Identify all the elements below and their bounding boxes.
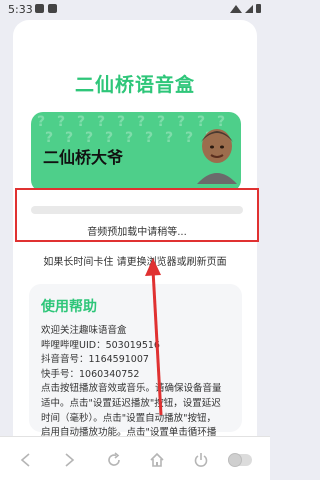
home-icon[interactable] (148, 451, 166, 469)
status-bar: 5:33 (0, 0, 270, 18)
help-line: 点击按钮播放音效或音乐。请确保设备音量 (41, 383, 222, 395)
refresh-hint: 如果长时间卡住 请更换浏览器或刷新页面 (43, 257, 227, 268)
back-icon[interactable] (17, 451, 35, 469)
loading-progress-bar (31, 206, 243, 214)
signal-battery-icon (230, 4, 261, 13)
banner-image: ?? ?? ?? ?? ?? ?? ?? ?? ?? ? 二仙桥大爷 (31, 112, 241, 192)
status-time: 5:33 (8, 3, 33, 16)
refresh-icon[interactable] (105, 451, 123, 469)
loading-message: 音频预加载中请稍等... (87, 227, 187, 238)
help-line: 时间（毫秒）。点击"设置自动播放"按钮， (41, 412, 216, 424)
loading-dialog: 音频预加载中请稍等... (15, 188, 259, 242)
notification-icon (35, 4, 44, 13)
help-line: 抖音音号：1164591007 (41, 354, 149, 366)
person-photo-icon (197, 129, 237, 184)
help-line: 快手号：1060340752 (41, 368, 140, 380)
help-line: 适中。点击"设置延迟播放"按钮，设置延迟 (41, 397, 221, 409)
help-line: 欢迎关注趣味语音盒 (41, 325, 127, 336)
help-text: 欢迎关注趣味语音盒 哔哩哔哩UID：503019516 抖音音号：1164591… (41, 324, 235, 441)
page-title: 二仙桥语音盒 (74, 74, 195, 96)
help-line: 哔哩哔哩UID：503019516 (41, 339, 160, 351)
browser-toolbar (0, 436, 270, 480)
notification-icon (48, 4, 57, 13)
toggle-knob (228, 453, 242, 467)
toggle-switch[interactable] (228, 453, 252, 467)
help-section: 使用帮助 欢迎关注趣味语音盒 哔哩哔哩UID：503019516 抖音音号：11… (29, 284, 242, 438)
forward-icon[interactable] (60, 451, 78, 469)
help-title: 使用帮助 (41, 299, 97, 315)
power-icon[interactable] (192, 451, 210, 469)
banner-text: 二仙桥大爷 (43, 148, 124, 167)
